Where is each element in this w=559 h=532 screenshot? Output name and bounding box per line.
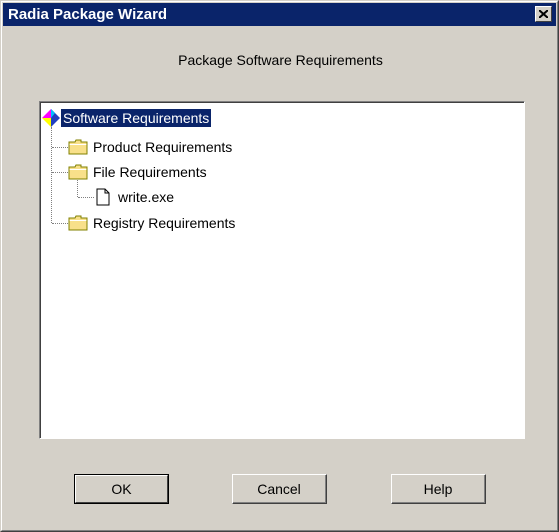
- radia-package-icon: [42, 109, 60, 127]
- tree-node-registry-requirements[interactable]: Registry Requirements: [68, 212, 237, 234]
- cancel-button[interactable]: Cancel: [232, 474, 327, 504]
- tree-node-product-requirements[interactable]: Product Requirements: [68, 136, 234, 158]
- tree-node-write-exe[interactable]: write.exe: [95, 186, 176, 208]
- folder-icon: [68, 164, 88, 180]
- ok-button[interactable]: OK: [74, 474, 169, 504]
- file-icon: [96, 188, 110, 206]
- tree-node-label: Product Requirements: [93, 139, 233, 155]
- tree-node-label: write.exe: [118, 189, 175, 205]
- tree-connector: [52, 147, 68, 148]
- tree-connector: [52, 223, 68, 224]
- tree-connector: [52, 172, 68, 173]
- tree-connector: [51, 127, 52, 223]
- folder-icon: [68, 215, 88, 231]
- close-icon: [539, 10, 548, 18]
- folder-icon: [68, 139, 88, 155]
- close-button[interactable]: [535, 6, 552, 22]
- requirements-tree[interactable]: Software Requirements Product Requiremen…: [39, 101, 525, 439]
- tree-node-label: Registry Requirements: [93, 215, 236, 231]
- window-title: Radia Package Wizard: [8, 6, 168, 23]
- title-bar[interactable]: Radia Package Wizard: [3, 3, 556, 26]
- page-subtitle: Package Software Requirements: [178, 52, 383, 68]
- help-button[interactable]: Help: [391, 474, 486, 504]
- tree-root-label: Software Requirements: [61, 109, 212, 127]
- tree-node-file-requirements[interactable]: File Requirements: [68, 161, 209, 183]
- tree-node-label: File Requirements: [93, 164, 207, 180]
- wizard-window: Radia Package Wizard Package Software Re…: [0, 0, 559, 532]
- tree-connector: [78, 197, 94, 198]
- tree-root-node[interactable]: Software Requirements: [42, 107, 212, 129]
